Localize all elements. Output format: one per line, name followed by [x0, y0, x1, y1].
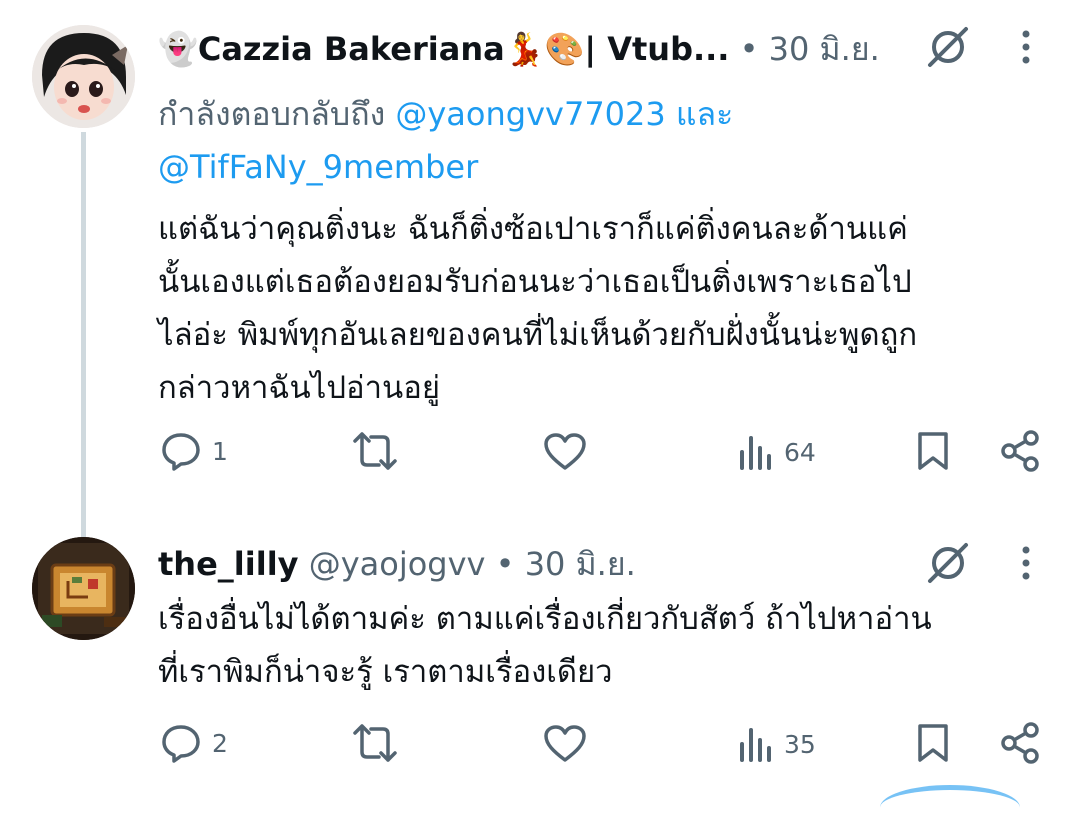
- reply-icon: [162, 433, 200, 471]
- retweet-icon: [353, 432, 397, 470]
- more-icon[interactable]: [1018, 28, 1034, 68]
- view-count: 35: [784, 729, 816, 759]
- share-icon: [1001, 430, 1039, 472]
- replying-to: กำลังตอบกลับถึง @yaongvv77023 และ @TifFa…: [158, 88, 858, 194]
- display-name[interactable]: 👻Cazzia Bakeriana💃🎨| Vtub...: [158, 30, 729, 68]
- tweet-the-lilly[interactable]: the_lilly @yaojogvv • 30 มิ.ย. เรื่องอื่…: [0, 520, 1079, 790]
- tweet-text-line: ที่เราพิมก็น่าจะรู้ เราตามเรื่องเดียว: [158, 654, 613, 690]
- tweet-text-line: แต่ฉันว่าคุณติ่งนะ ฉันก็ติ่งซ้อเปาเราก็แ…: [158, 211, 908, 247]
- views-button[interactable]: 64: [738, 432, 816, 472]
- tweet-text-line: กล่าวหาฉันไปอ่านอยู่: [158, 370, 440, 406]
- like-button[interactable]: [543, 724, 587, 764]
- reply-button[interactable]: 1: [160, 430, 228, 472]
- replying-prefix: กำลังตอบกลับถึง: [158, 95, 386, 133]
- timestamp[interactable]: 30 มิ.ย.: [525, 545, 636, 583]
- share-icon: [1001, 722, 1039, 764]
- tweet-text: แต่ฉันว่าคุณติ่งนะ ฉันก็ติ่งซ้อเปาเราก็แ…: [158, 203, 1058, 415]
- tweet-text: เรื่องอื่นไม่ได้ตามค่ะ ตามแค่เรื่องเกี่ย…: [158, 593, 1058, 699]
- like-icon: [544, 725, 586, 762]
- grok-icon[interactable]: [925, 24, 971, 70]
- tweet-text-line: ไล่อ่ะ พิมพ์ทุกอันเลยของคนที่ไม่เห็นด้วย…: [158, 317, 918, 353]
- display-name[interactable]: the_lilly: [158, 545, 299, 583]
- avatar[interactable]: [32, 25, 135, 128]
- user-handle[interactable]: @yaojogvv: [309, 545, 486, 583]
- views-button[interactable]: 35: [738, 724, 816, 764]
- reply-button[interactable]: 2: [160, 722, 228, 764]
- bookmark-icon: [918, 724, 948, 762]
- reply-count: 1: [212, 436, 228, 466]
- tweet-text-line: นั้นเองแต่เธอต้องยอมรับก่อนนะว่าเธอเป็นต…: [158, 264, 912, 300]
- retweet-button[interactable]: [352, 430, 398, 472]
- floating-button-edge[interactable]: [880, 785, 1020, 830]
- mention-link[interactable]: @yaongvv77023: [395, 95, 665, 133]
- share-button[interactable]: [1000, 430, 1042, 472]
- replying-and: และ: [675, 95, 734, 133]
- like-icon: [544, 433, 586, 470]
- like-button[interactable]: [543, 432, 587, 472]
- share-button[interactable]: [1000, 722, 1042, 764]
- bookmark-button[interactable]: [916, 722, 950, 764]
- views-icon: [740, 436, 771, 470]
- mention-link[interactable]: @TifFaNy_9member: [158, 148, 478, 186]
- tweet-header: 👻Cazzia Bakeriana💃🎨| Vtub... • 30 มิ.ย.: [158, 29, 949, 69]
- more-icon[interactable]: [1018, 544, 1034, 584]
- grok-icon[interactable]: [925, 540, 971, 586]
- timestamp[interactable]: 30 มิ.ย.: [769, 30, 880, 68]
- view-count: 64: [784, 437, 816, 467]
- retweet-icon: [353, 724, 397, 762]
- retweet-button[interactable]: [352, 722, 398, 764]
- thread-line: [81, 132, 86, 537]
- tweet-header: the_lilly @yaojogvv • 30 มิ.ย.: [158, 544, 949, 584]
- reply-icon: [162, 725, 200, 763]
- bookmark-icon: [918, 432, 948, 470]
- reply-count: 2: [212, 728, 228, 758]
- separator-dot: •: [495, 545, 515, 583]
- bookmark-button[interactable]: [916, 430, 950, 472]
- separator-dot: •: [739, 30, 759, 68]
- avatar[interactable]: [32, 537, 135, 640]
- views-icon: [740, 728, 771, 762]
- tweet-text-line: เรื่องอื่นไม่ได้ตามค่ะ ตามแค่เรื่องเกี่ย…: [158, 601, 932, 637]
- tweet-cazzia[interactable]: 👻Cazzia Bakeriana💃🎨| Vtub... • 30 มิ.ย. …: [0, 0, 1079, 537]
